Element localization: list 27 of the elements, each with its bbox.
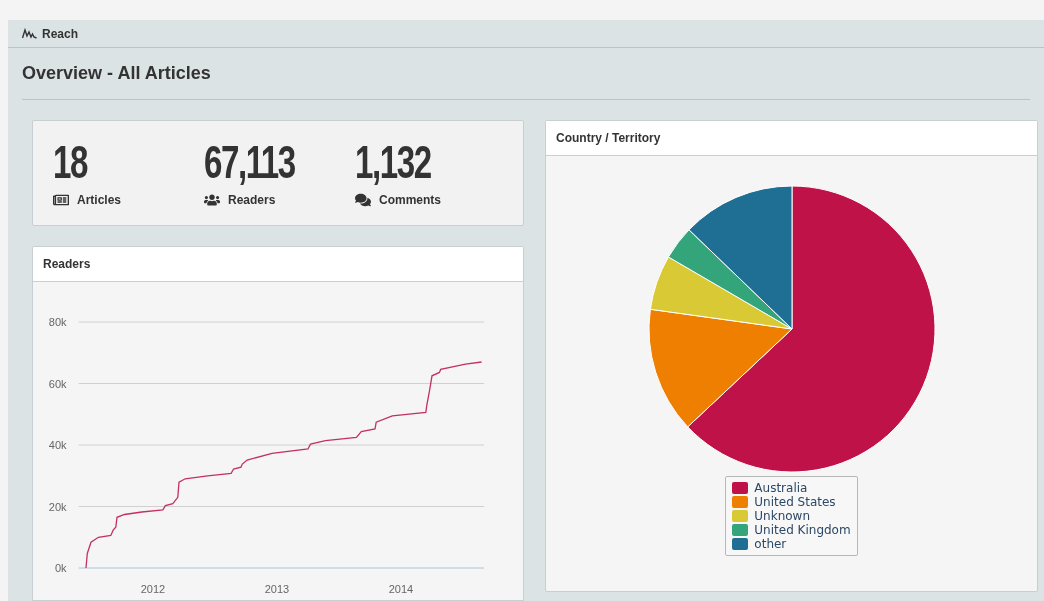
axis-label: 2012: [140, 583, 166, 595]
panel-title: Readers: [43, 256, 91, 273]
app-title: Reach: [42, 25, 79, 43]
axis-label: 80k: [48, 316, 67, 328]
axis-label: 60k: [48, 377, 67, 390]
axis-label: 40k: [48, 439, 67, 451]
users-icon: [204, 192, 220, 208]
axis-label: 0k: [54, 562, 67, 574]
legend-label: other: [754, 537, 787, 551]
stat-value: 1,132: [355, 139, 431, 185]
legend-label: United States: [754, 495, 836, 509]
axis-label: 2013: [264, 583, 290, 595]
newspaper-icon: [53, 192, 69, 208]
legend-label: United Kingdom: [754, 523, 851, 537]
legend-label: Australia: [754, 481, 808, 495]
panel-title: Country / Territory: [556, 130, 661, 147]
legend-label: Unknown: [754, 509, 811, 523]
page-title: Overview - All Articles: [22, 62, 211, 85]
stat-value: 18: [53, 139, 87, 185]
stat-label: Readers: [228, 192, 276, 209]
stat-value: 67,113: [204, 139, 295, 185]
axis-label: 20k: [48, 500, 67, 513]
axis-label: 2014: [388, 583, 414, 595]
stat-label: Comments: [379, 192, 441, 209]
speech-bubbles-icon: [355, 192, 371, 208]
stat-label: Articles: [77, 192, 122, 209]
logo-icon: [22, 28, 37, 39]
